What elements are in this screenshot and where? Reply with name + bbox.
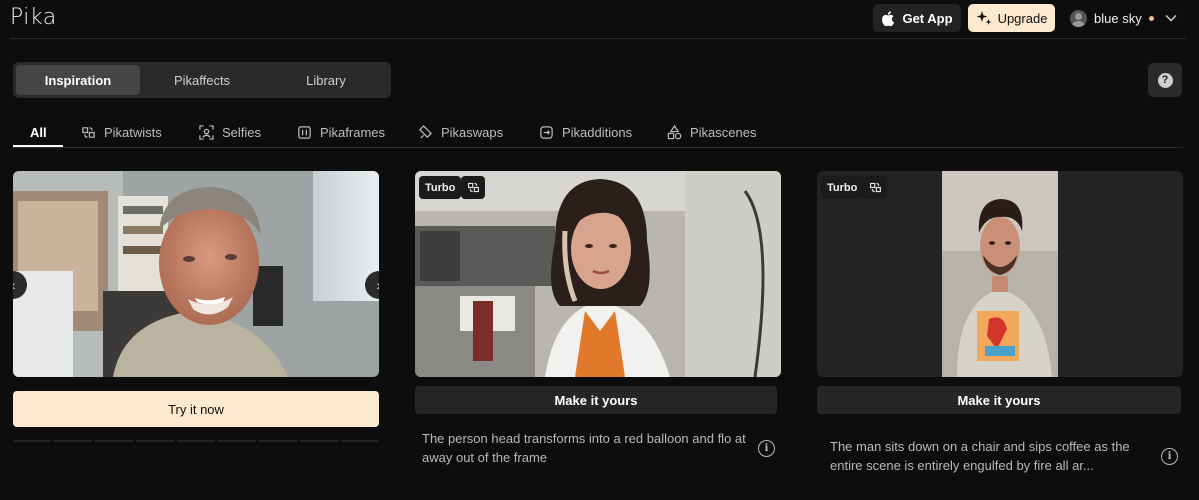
get-app-button[interactable]: Get App [873,4,961,32]
turbo-badge: Turbo [419,176,462,199]
inspiration-card: Turbo [817,171,1183,377]
twist-icon [863,176,887,199]
kitchen-woman-image [415,171,781,377]
tab-pikaffects[interactable]: Pikaffects [140,65,264,95]
frames-icon [298,126,311,139]
inspiration-card: Turbo [415,171,781,377]
category-selfies[interactable]: Selfies [199,118,261,147]
header-divider [10,38,1186,39]
category-filter-bar: All Pikatwists Selfies Pikaframes Pikasw… [13,118,1183,148]
chevron-down-icon [1165,14,1177,22]
turbo-badge: Turbo [821,176,864,199]
scenes-icon [667,125,682,140]
user-name: blue sky [1094,10,1142,26]
twist-icon [82,127,95,138]
category-label: Selfies [222,125,262,140]
category-label: Pikaswaps [441,125,504,140]
tab-inspiration[interactable]: Inspiration [16,65,140,95]
category-label: Pikadditions [562,125,633,140]
upgrade-button[interactable]: Upgrade [968,4,1055,32]
make-it-yours-button[interactable]: Make it yours [415,386,777,414]
card-description: The man sits down on a chair and sips co… [830,439,1130,473]
category-label: All [30,125,47,140]
main-tabs: Inspiration Pikaffects Library [13,62,391,98]
try-it-now-button[interactable]: Try it now [13,391,379,427]
category-all[interactable]: All [30,118,47,147]
category-label: Pikaframes [320,125,386,140]
top-bar: Pika Get App Upgrade blue sky [0,0,1199,38]
pika-logo[interactable]: Pika [10,5,57,30]
twist-icon [461,176,485,199]
upgrade-label: Upgrade [997,10,1048,26]
inspiration-card: ‹ › [13,171,379,377]
help-button[interactable]: ? [1148,63,1182,97]
get-app-label: Get App [902,10,953,26]
category-label: Pikatwists [104,125,162,140]
additions-icon [540,126,553,139]
status-dot [1148,15,1154,21]
help-icon: ? [1157,72,1173,88]
info-icon[interactable]: i [758,440,775,457]
info-icon[interactable]: i [1161,448,1178,465]
category-pikaframes[interactable]: Pikaframes [297,118,385,147]
category-pikadditions[interactable]: Pikadditions [539,118,632,147]
selfie-icon [199,125,214,140]
apple-icon [882,10,895,26]
video-thumbnail[interactable]: Turbo [817,171,1183,377]
office-selfie-image [13,171,379,377]
category-pikatwists[interactable]: Pikatwists [81,118,162,147]
video-thumbnail[interactable]: Turbo [415,171,781,377]
video-thumbnail[interactable]: ‹ › [13,171,379,377]
carousel-indicators [13,440,379,444]
tab-library[interactable]: Library [264,65,388,95]
avatar [1070,9,1087,27]
make-it-yours-button[interactable]: Make it yours [817,386,1181,414]
user-menu[interactable]: blue sky [1070,8,1177,28]
category-pikascenes[interactable]: Pikascenes [667,118,756,147]
swap-icon [419,125,432,139]
sparkle-icon [976,11,992,25]
active-category-underline [13,145,63,147]
man-selfie-image [817,171,1183,377]
category-label: Pikascenes [690,125,757,140]
category-pikaswaps[interactable]: Pikaswaps [418,118,503,147]
card-description: The person head transforms into a red ba… [422,431,746,465]
